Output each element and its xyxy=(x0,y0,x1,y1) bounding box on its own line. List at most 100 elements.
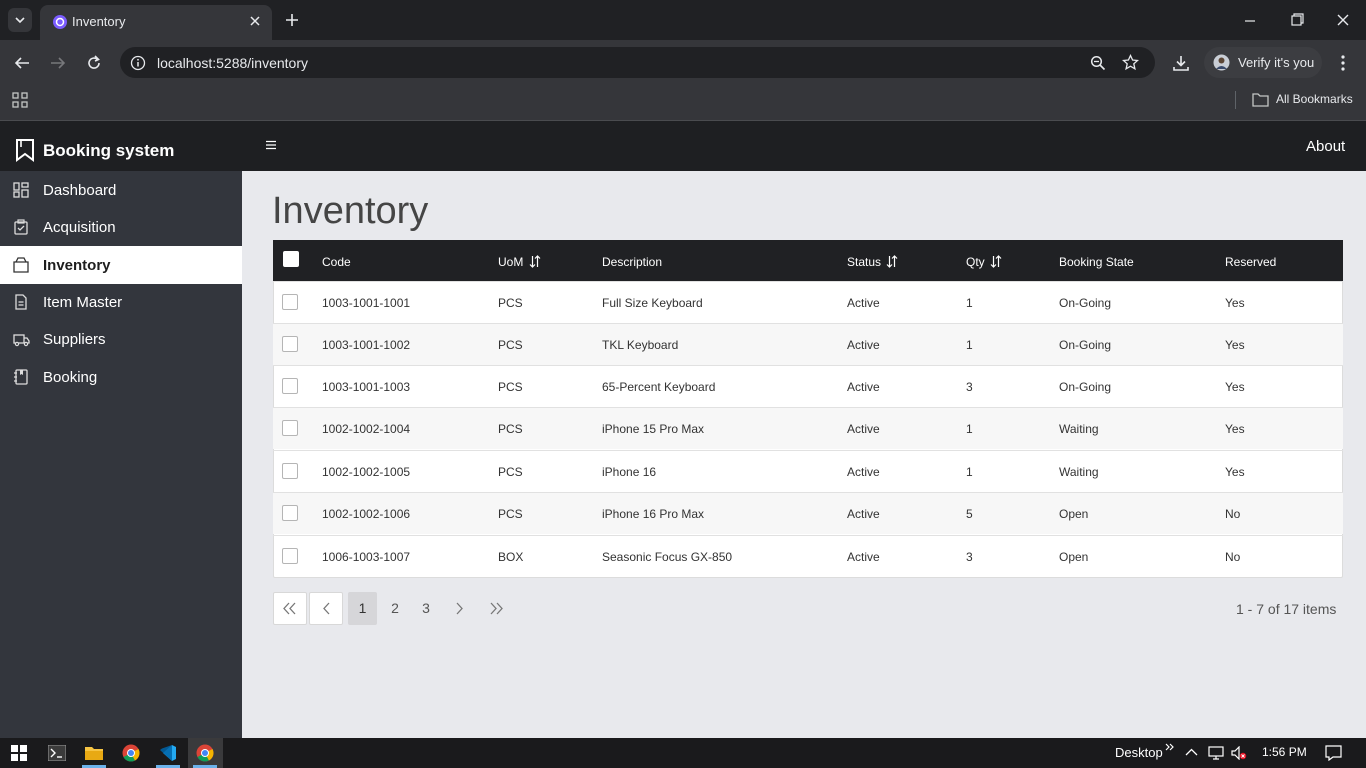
cell-qty: 1 xyxy=(966,296,973,310)
notification-center-icon[interactable] xyxy=(1325,745,1342,761)
cell-booking-state: On-Going xyxy=(1059,338,1112,352)
sidebar-item-dashboard[interactable]: Dashboard xyxy=(0,171,242,209)
sidebar-item-booking[interactable]: Booking xyxy=(0,358,242,396)
column-header-status[interactable]: Status xyxy=(847,255,881,269)
row-checkbox[interactable] xyxy=(282,420,298,436)
next-page-button[interactable] xyxy=(443,592,477,625)
cell-booking-state: Open xyxy=(1059,507,1089,521)
chrome-icon[interactable] xyxy=(122,744,140,762)
reload-icon[interactable] xyxy=(85,54,103,72)
cell-uom: PCS xyxy=(498,465,523,479)
cell-description: iPhone 16 Pro Max xyxy=(602,507,705,521)
sidebar-item-acquisition[interactable]: Acquisition xyxy=(0,208,242,246)
desktop-toolbar-label[interactable]: Desktop xyxy=(1115,745,1163,760)
forward-icon[interactable] xyxy=(49,54,67,72)
cell-status: Active xyxy=(847,507,880,521)
column-header-booking-state[interactable]: Booking State xyxy=(1059,255,1134,269)
apps-grid-icon[interactable] xyxy=(12,92,28,108)
page-button-3[interactable]: 3 xyxy=(412,592,440,625)
volume-muted-icon[interactable] xyxy=(1231,746,1247,760)
sort-icon[interactable] xyxy=(529,255,541,268)
cell-status: Active xyxy=(847,296,880,310)
sidebar-item-label: Booking xyxy=(43,369,98,386)
file-explorer-icon[interactable] xyxy=(85,745,103,760)
zoom-icon[interactable] xyxy=(1090,55,1106,71)
hamburger-menu-icon[interactable] xyxy=(265,139,277,151)
clock-time[interactable]: 1:56 PM xyxy=(1262,745,1307,759)
row-checkbox[interactable] xyxy=(282,505,298,521)
cell-uom: BOX xyxy=(498,550,524,564)
sort-icon[interactable] xyxy=(990,255,1002,268)
table-row[interactable]: 1003-1001-1001 PCS Full Size Keyboard Ac… xyxy=(273,281,1343,323)
cell-booking-state: Waiting xyxy=(1059,465,1099,479)
toolbar-overflow-icon[interactable] xyxy=(1165,742,1175,752)
sidebar-item-inventory[interactable]: Inventory xyxy=(0,246,242,284)
table-row[interactable]: 1002-1002-1004 PCS iPhone 15 Pro Max Act… xyxy=(273,407,1343,449)
bookmarks-bar xyxy=(0,85,1366,121)
column-header-description[interactable]: Description xyxy=(602,255,662,269)
sidebar-item-label: Suppliers xyxy=(43,331,106,348)
network-icon[interactable] xyxy=(1208,745,1224,761)
sidebar-item-suppliers[interactable]: Suppliers xyxy=(0,320,242,358)
column-header-uom[interactable]: UoM xyxy=(498,255,523,269)
close-window-icon[interactable] xyxy=(1336,13,1350,27)
brand-title[interactable]: Booking system xyxy=(43,141,174,161)
browser-menu-icon[interactable] xyxy=(1335,54,1351,72)
column-header-qty[interactable]: Qty xyxy=(966,255,985,269)
profile-verify-button[interactable]: Verify it's you xyxy=(1204,47,1322,78)
row-checkbox[interactable] xyxy=(282,463,298,479)
site-info-icon[interactable] xyxy=(130,55,146,71)
about-link[interactable]: About xyxy=(1306,138,1345,155)
vscode-icon[interactable] xyxy=(159,744,177,762)
chrome-active-icon[interactable] xyxy=(196,744,214,762)
avatar xyxy=(1213,54,1230,71)
select-all-checkbox[interactable] xyxy=(283,251,299,267)
tray-chevron-up-icon[interactable] xyxy=(1185,747,1198,757)
windows-start-icon[interactable] xyxy=(11,745,27,761)
terminal-icon[interactable] xyxy=(48,745,66,761)
double-chevron-left-icon xyxy=(283,602,296,615)
column-header-reserved[interactable]: Reserved xyxy=(1225,255,1276,269)
table-row[interactable]: 1003-1001-1002 PCS TKL Keyboard Active 1… xyxy=(273,323,1343,365)
column-header-code[interactable]: Code xyxy=(322,255,351,269)
minimize-icon[interactable] xyxy=(1243,14,1257,28)
row-checkbox[interactable] xyxy=(282,378,298,394)
table-row[interactable]: 1002-1002-1005 PCS iPhone 16 Active 1 Wa… xyxy=(273,450,1343,492)
table-row[interactable]: 1003-1001-1003 PCS 65-Percent Keyboard A… xyxy=(273,365,1343,407)
truck-icon xyxy=(13,331,30,347)
all-bookmarks-link[interactable]: All Bookmarks xyxy=(1276,92,1353,106)
previous-page-button[interactable] xyxy=(309,592,343,625)
dashboard-icon xyxy=(13,182,29,198)
url-text: localhost:5288/inventory xyxy=(157,55,308,71)
cell-booking-state: Open xyxy=(1059,550,1089,564)
downloads-icon[interactable] xyxy=(1172,54,1190,72)
tab-close-icon[interactable] xyxy=(248,14,262,28)
back-icon[interactable] xyxy=(13,54,31,72)
cell-reserved: No xyxy=(1225,507,1241,521)
folder-icon xyxy=(1252,92,1269,107)
first-page-button[interactable] xyxy=(273,592,307,625)
address-bar[interactable]: localhost:5288/inventory xyxy=(120,47,1155,78)
cell-booking-state: On-Going xyxy=(1059,296,1112,310)
browser-tab-inventory[interactable]: Inventory xyxy=(40,5,272,40)
cell-code: 1003-1001-1001 xyxy=(322,296,411,310)
sidebar-item-label: Acquisition xyxy=(43,219,116,236)
row-checkbox[interactable] xyxy=(282,548,298,564)
bookmark-star-icon[interactable] xyxy=(1122,54,1139,71)
tab-search-icon[interactable] xyxy=(8,8,32,32)
sort-icon[interactable] xyxy=(886,255,898,268)
restore-icon[interactable] xyxy=(1290,13,1304,27)
page-button-1[interactable]: 1 xyxy=(348,592,377,625)
page-button-2[interactable]: 2 xyxy=(381,592,409,625)
table-row[interactable]: 1006-1003-1007 BOX Seasonic Focus GX-850… xyxy=(273,535,1343,577)
last-page-button[interactable] xyxy=(479,592,513,625)
row-checkbox[interactable] xyxy=(282,336,298,352)
row-checkbox[interactable] xyxy=(282,294,298,310)
cell-uom: PCS xyxy=(498,507,523,521)
cell-reserved: Yes xyxy=(1225,338,1245,352)
table-row[interactable]: 1002-1002-1006 PCS iPhone 16 Pro Max Act… xyxy=(273,492,1343,534)
cell-status: Active xyxy=(847,422,880,436)
cell-booking-state: Waiting xyxy=(1059,422,1099,436)
sidebar-item-item-master[interactable]: Item Master xyxy=(0,283,242,321)
new-tab-icon[interactable] xyxy=(284,12,300,28)
